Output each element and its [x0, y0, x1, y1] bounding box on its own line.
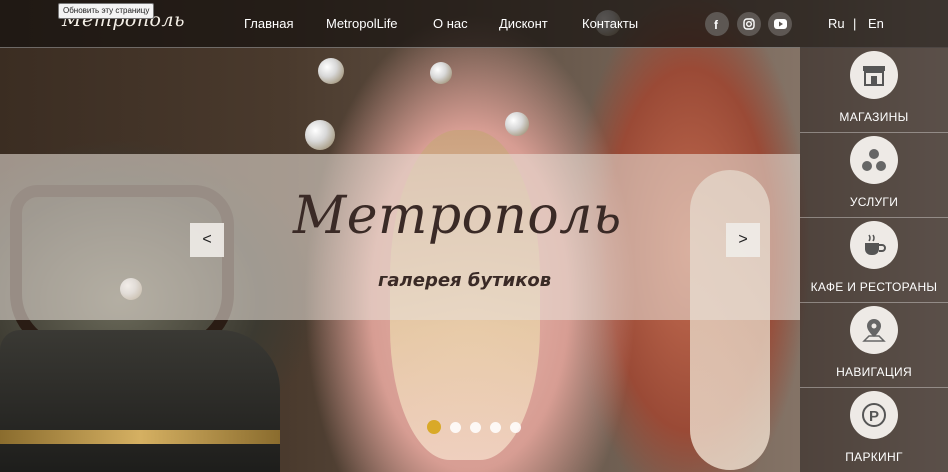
- jewel-decor: [318, 58, 344, 84]
- sidebar-item-parking[interactable]: P ПАРКИНГ: [800, 387, 948, 472]
- jewel-decor: [305, 120, 335, 150]
- sidebar-item-shops[interactable]: МАГАЗИНЫ: [800, 47, 948, 133]
- map-pin-icon: [850, 306, 898, 354]
- case-band: [0, 430, 280, 444]
- brand-subtitle: галерея бутиков: [378, 270, 552, 291]
- lang-ru[interactable]: Ru: [828, 16, 845, 31]
- lang-separator: |: [853, 16, 857, 31]
- youtube-icon[interactable]: [768, 12, 792, 36]
- slider-next-button[interactable]: >: [726, 223, 760, 257]
- sidebar-item-label: МАГАЗИНЫ: [839, 110, 909, 124]
- sidebar-item-label: УСЛУГИ: [849, 195, 899, 209]
- nav-metropollife[interactable]: MetropolLife: [326, 16, 398, 31]
- slider-dots: [427, 420, 521, 434]
- glasses-case-image: [0, 330, 280, 472]
- slider-dot-3[interactable]: [470, 421, 481, 433]
- lang-en[interactable]: En: [868, 16, 884, 31]
- nav-discount[interactable]: Дисконт: [499, 16, 548, 31]
- sidebar-item-navigation[interactable]: НАВИГАЦИЯ: [800, 302, 948, 388]
- jewel-decor: [430, 62, 452, 84]
- brand-title: Метрополь: [293, 186, 622, 246]
- svg-text:f: f: [714, 18, 719, 30]
- sidebar-item-label: КАФЕ И РЕСТОРАНЫ: [810, 280, 938, 294]
- parking-icon: P: [850, 391, 898, 439]
- slider-dot-1[interactable]: [427, 420, 441, 434]
- coffee-icon: [850, 221, 898, 269]
- instagram-icon[interactable]: [737, 12, 761, 36]
- services-icon: [850, 136, 898, 184]
- top-navigation: Метрополь Обновить эту страницу Главная …: [0, 0, 948, 48]
- shop-icon: [850, 51, 898, 99]
- slider-dot-2[interactable]: [450, 421, 461, 433]
- slider-prev-button[interactable]: <: [190, 223, 224, 257]
- nav-about[interactable]: О нас: [433, 16, 468, 31]
- jewel-decor: [505, 112, 529, 136]
- sidebar-item-label: ПАРКИНГ: [845, 450, 903, 464]
- refresh-tooltip: Обновить эту страницу: [58, 3, 155, 19]
- nav-home[interactable]: Главная: [244, 16, 293, 31]
- slider-dot-5[interactable]: [510, 421, 521, 433]
- svg-text:P: P: [869, 408, 879, 425]
- sidebar-item-services[interactable]: УСЛУГИ: [800, 132, 948, 218]
- quick-links-panel: МАГАЗИНЫ УСЛУГИ КАФЕ И РЕСТОРАНЫ НАВИГАЦ…: [800, 47, 948, 472]
- facebook-icon[interactable]: f: [705, 12, 729, 36]
- sidebar-item-cafes[interactable]: КАФЕ И РЕСТОРАНЫ: [800, 217, 948, 303]
- sidebar-item-label: НАВИГАЦИЯ: [836, 365, 912, 379]
- slider-dot-4[interactable]: [490, 421, 501, 433]
- nav-contacts[interactable]: Контакты: [582, 16, 638, 31]
